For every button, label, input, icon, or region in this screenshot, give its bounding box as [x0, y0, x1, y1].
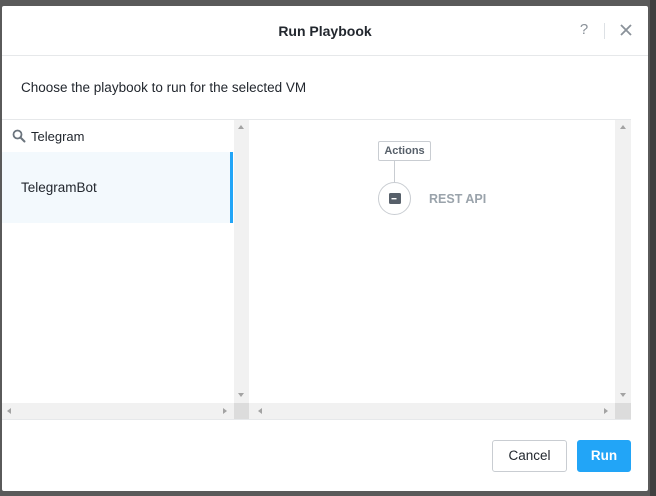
- list-horizontal-scrollbar[interactable]: [2, 403, 234, 419]
- scroll-down-arrow-icon[interactable]: [238, 393, 244, 397]
- header-divider: [604, 23, 605, 39]
- flow-connector: [394, 161, 395, 183]
- playbook-panels: TelegramBot Actions: [2, 119, 631, 420]
- backdrop-edge: [650, 0, 656, 496]
- scroll-left-arrow-icon[interactable]: [258, 408, 262, 414]
- scroll-right-arrow-icon[interactable]: [604, 408, 608, 414]
- dialog-footer: Cancel Run: [2, 420, 648, 491]
- cancel-button[interactable]: Cancel: [492, 440, 567, 472]
- search-icon: [12, 129, 26, 143]
- search-bar: [2, 120, 233, 152]
- playbook-item-telegrambot[interactable]: TelegramBot: [2, 152, 233, 223]
- run-button[interactable]: Run: [577, 440, 631, 472]
- search-input[interactable]: [31, 127, 226, 145]
- step-label: REST API: [429, 192, 487, 206]
- scroll-up-arrow-icon[interactable]: [620, 125, 626, 129]
- playbook-list-panel: TelegramBot: [2, 120, 249, 419]
- playbook-item-label: TelegramBot: [21, 180, 97, 195]
- preview-vertical-scrollbar[interactable]: [615, 120, 631, 403]
- actions-trigger-tag: Actions: [378, 141, 431, 161]
- help-button[interactable]: ?: [577, 21, 591, 41]
- scrollbar-corner: [615, 403, 631, 419]
- scrollbar-corner: [234, 403, 249, 419]
- scroll-left-arrow-icon[interactable]: [7, 408, 11, 414]
- scroll-down-arrow-icon[interactable]: [620, 393, 626, 397]
- close-icon: [620, 24, 632, 36]
- preview-horizontal-scrollbar[interactable]: [249, 403, 615, 419]
- dialog-header: Run Playbook ?: [2, 6, 648, 56]
- dialog-subtitle: Choose the playbook to run for the selec…: [21, 80, 307, 95]
- scroll-right-arrow-icon[interactable]: [223, 408, 227, 414]
- close-button[interactable]: [618, 22, 634, 38]
- list-vertical-scrollbar[interactable]: [234, 120, 249, 403]
- run-playbook-dialog: Run Playbook ? Choose the playbook to ru…: [2, 6, 648, 491]
- dialog-title: Run Playbook: [278, 23, 372, 39]
- scroll-up-arrow-icon[interactable]: [238, 125, 244, 129]
- rest-api-step-node: [378, 182, 411, 215]
- terminal-icon: [389, 193, 401, 204]
- playbook-preview-panel: Actions REST API: [249, 120, 631, 419]
